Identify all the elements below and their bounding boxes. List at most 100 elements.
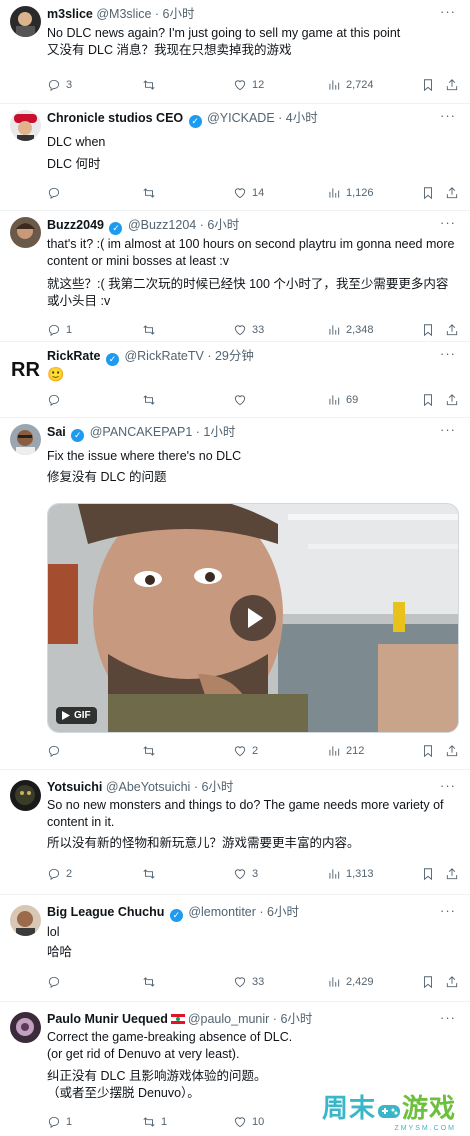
avatar[interactable] (10, 110, 41, 141)
avatar[interactable] (10, 905, 41, 936)
avatar[interactable] (10, 217, 41, 248)
display-name[interactable]: Sai (47, 425, 66, 439)
views-button[interactable]: 1,126 (327, 186, 374, 200)
display-name[interactable]: Big League Chuchu (47, 905, 164, 919)
user-handle[interactable]: @lemontiter (188, 905, 256, 919)
display-name[interactable]: Paulo Munir Uequed (47, 1012, 168, 1026)
tweet-card[interactable]: Yotsuichi @AbeYotsuichi · 6小时 ··· So no … (0, 770, 470, 895)
more-options-icon[interactable]: ··· (440, 108, 456, 123)
user-handle[interactable]: @AbeYotsuichi (106, 780, 191, 794)
user-handle[interactable]: @RickRateTV (124, 349, 203, 363)
share-button[interactable] (445, 186, 459, 200)
views-button[interactable]: 2,429 (327, 975, 374, 989)
avatar[interactable] (10, 780, 41, 811)
user-handle[interactable]: @paulo_munir (188, 1012, 269, 1026)
reply-button[interactable] (47, 975, 66, 989)
reply-button[interactable] (47, 744, 66, 758)
like-button[interactable]: 14 (233, 186, 264, 200)
display-name[interactable]: Chronicle studios CEO (47, 111, 183, 125)
bookmark-button[interactable] (421, 744, 435, 758)
like-button[interactable]: 33 (233, 323, 264, 337)
like-button[interactable] (233, 393, 252, 407)
retweet-button[interactable]: 1 (142, 1115, 167, 1129)
reply-button[interactable]: 2 (47, 867, 72, 881)
bookmark-button[interactable] (421, 975, 435, 989)
retweet-button[interactable] (142, 186, 161, 200)
avatar[interactable]: RR (10, 352, 41, 383)
reply-button[interactable]: 1 (47, 1115, 72, 1129)
bookmark-button[interactable] (421, 78, 435, 92)
heart-icon (234, 869, 246, 880)
tweet-card[interactable]: Sai ✓ @PANCAKEPAP1 · 1小时 ··· Fix the iss… (0, 418, 470, 770)
like-button[interactable]: 3 (233, 867, 258, 881)
timestamp[interactable]: 1小时 (203, 425, 235, 439)
timestamp[interactable]: 6小时 (163, 7, 195, 21)
views-button[interactable]: 1,313 (327, 867, 374, 881)
like-button[interactable]: 12 (233, 78, 264, 92)
retweet-button[interactable] (142, 323, 161, 337)
tweet-card[interactable]: RR RickRate ✓ @RickRateTV · 29分钟 ··· 🙂 6… (0, 342, 470, 418)
share-button[interactable] (445, 393, 459, 407)
retweet-button[interactable] (142, 744, 161, 758)
tweet-card[interactable]: m3slice @M3slice · 6小时 ··· No DLC news a… (0, 0, 470, 104)
avatar[interactable] (10, 1012, 41, 1043)
views-button[interactable]: 2,724 (327, 78, 374, 92)
more-options-icon[interactable]: ··· (440, 903, 456, 918)
bookmark-button[interactable] (421, 323, 435, 337)
more-options-icon[interactable]: ··· (440, 215, 456, 230)
display-name[interactable]: m3slice (47, 7, 93, 21)
like-button[interactable]: 2 (233, 744, 258, 758)
user-handle[interactable]: @Buzz1204 (128, 218, 196, 232)
retweet-button[interactable] (142, 393, 161, 407)
retweet-icon (143, 746, 155, 756)
retweet-icon (143, 1117, 155, 1127)
like-button[interactable]: 10 (233, 1115, 264, 1129)
share-button[interactable] (445, 867, 459, 881)
retweet-button[interactable] (142, 975, 161, 989)
views-button[interactable]: 212 (327, 744, 364, 758)
retweet-button[interactable] (142, 867, 161, 881)
bookmark-button[interactable] (421, 393, 435, 407)
timestamp[interactable]: 29分钟 (215, 349, 254, 363)
more-options-icon[interactable]: ··· (440, 778, 456, 793)
share-button[interactable] (445, 323, 459, 337)
tweet-card[interactable]: Buzz2049 ✓ @Buzz1204 · 6小时 ··· that's it… (0, 211, 470, 342)
avatar[interactable] (10, 424, 41, 455)
gif-badge[interactable]: GIF (56, 707, 97, 724)
views-button[interactable]: 69 (327, 393, 358, 407)
like-button[interactable]: 33 (233, 975, 264, 989)
share-button[interactable] (445, 744, 459, 758)
share-button[interactable] (445, 975, 459, 989)
more-options-icon[interactable]: ··· (440, 1010, 456, 1025)
bookmark-button[interactable] (421, 186, 435, 200)
more-options-icon[interactable]: ··· (440, 346, 456, 361)
reply-button[interactable]: 3 (47, 78, 72, 92)
display-name[interactable]: RickRate (47, 349, 101, 363)
tweet-card[interactable]: Big League Chuchu ✓ @lemontiter · 6小时 ··… (0, 895, 470, 1002)
verified-badge-icon: ✓ (105, 353, 119, 366)
tweet-text: that's it? :( im almost at 100 hours on … (47, 236, 456, 310)
views-button[interactable]: 2,348 (327, 323, 374, 337)
gif-media[interactable]: GIF (47, 503, 459, 733)
reply-button[interactable] (47, 393, 66, 407)
play-button[interactable] (230, 595, 276, 641)
timestamp[interactable]: 4小时 (286, 111, 318, 125)
bookmark-button[interactable] (421, 867, 435, 881)
timestamp[interactable]: 6小时 (267, 905, 299, 919)
display-name[interactable]: Yotsuichi (47, 780, 102, 794)
timestamp[interactable]: 6小时 (280, 1012, 312, 1026)
more-options-icon[interactable]: ··· (440, 422, 456, 437)
display-name[interactable]: Buzz2049 (47, 218, 104, 232)
retweet-button[interactable] (142, 78, 161, 92)
timestamp[interactable]: 6小时 (201, 780, 233, 794)
more-options-icon[interactable]: ··· (440, 4, 456, 19)
user-handle[interactable]: @M3slice (96, 7, 151, 21)
share-button[interactable] (445, 78, 459, 92)
user-handle[interactable]: @PANCAKEPAP1 (90, 425, 193, 439)
user-handle[interactable]: @YICKADE (207, 111, 275, 125)
reply-button[interactable]: 1 (47, 323, 72, 337)
tweet-card[interactable]: Chronicle studios CEO ✓ @YICKADE · 4小时 ·… (0, 104, 470, 211)
timestamp[interactable]: 6小时 (207, 218, 239, 232)
reply-button[interactable] (47, 186, 66, 200)
avatar[interactable] (10, 6, 41, 37)
